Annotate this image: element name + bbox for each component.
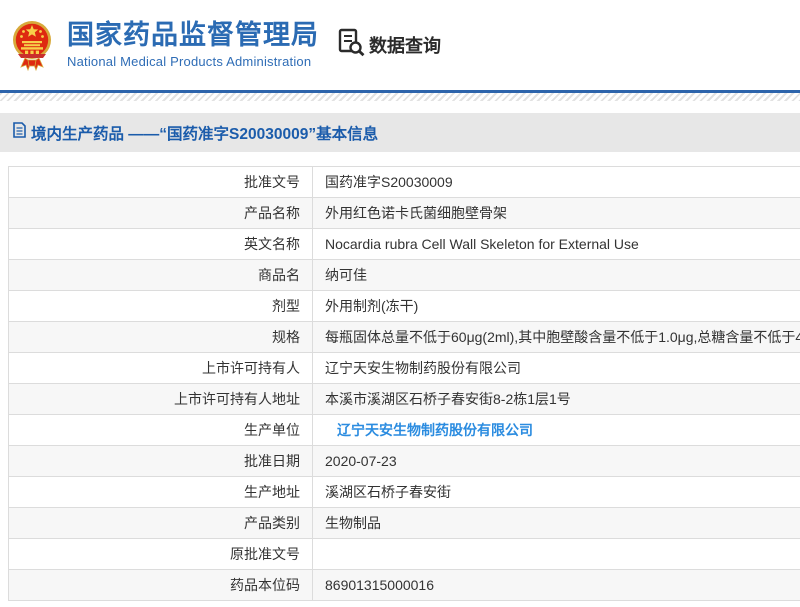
table-row: 批准文号 国药准字S20030009: [9, 167, 800, 198]
row-label: 规格: [9, 322, 313, 353]
row-label: 产品类别: [9, 508, 313, 539]
row-label: 剂型: [9, 291, 313, 322]
hatched-divider: [0, 93, 800, 101]
row-value: 本溪市溪湖区石桥子春安街8-2栋1层1号: [313, 384, 800, 415]
table-row: 英文名称 Nocardia rubra Cell Wall Skeleton f…: [9, 229, 800, 260]
org-name-zh: 国家药品监督管理局: [67, 21, 319, 51]
row-label: 生产单位: [9, 415, 313, 446]
row-value: 外用红色诺卡氏菌细胞壁骨架: [313, 198, 800, 229]
table-row: 产品名称 外用红色诺卡氏菌细胞壁骨架: [9, 198, 800, 229]
table-row: 商品名 纳可佳: [9, 260, 800, 291]
site-logo: 国家药品监督管理局 National Medical Products Admi…: [12, 16, 319, 74]
table-row: 产品类别 生物制品: [9, 508, 800, 539]
row-label: 英文名称: [9, 229, 313, 260]
row-label: 商品名: [9, 260, 313, 291]
row-value: 纳可佳: [313, 260, 800, 291]
row-value: 86901315000016: [313, 570, 800, 601]
row-value: 国药准字S20030009: [313, 167, 800, 198]
org-name-en: National Medical Products Administration: [67, 54, 319, 69]
row-label: 原批准文号: [9, 539, 313, 570]
table-row: 规格 每瓶固体总量不低于60μg(2ml),其中胞壁酸含量不低于1.0μg,总糖…: [9, 322, 800, 353]
row-value: 生物制品: [313, 508, 800, 539]
table-row: 批准日期 2020-07-23: [9, 446, 800, 477]
national-emblem-icon: [12, 16, 52, 74]
row-value: 溪湖区石桥子春安街: [313, 477, 800, 508]
row-label: 批准日期: [9, 446, 313, 477]
table-row: 原批准文号: [9, 539, 800, 570]
row-label: 上市许可持有人地址: [9, 384, 313, 415]
table-row: 药品本位码 86901315000016: [9, 570, 800, 601]
row-value: 2020-07-23: [313, 446, 800, 477]
table-row: 剂型 外用制剂(冻干): [9, 291, 800, 322]
row-label: 药品本位码: [9, 570, 313, 601]
row-label: 上市许可持有人: [9, 353, 313, 384]
document-search-icon: [338, 28, 365, 62]
row-value: 辽宁天安生物制药股份有限公司: [313, 415, 800, 446]
drug-info-table: 批准文号 国药准字S20030009 产品名称 外用红色诺卡氏菌细胞壁骨架 英文…: [8, 166, 800, 601]
table-row: 生产地址 溪湖区石桥子春安街: [9, 477, 800, 508]
row-value: [313, 539, 800, 570]
producer-link[interactable]: 辽宁天安生物制药股份有限公司: [337, 422, 533, 438]
table-row: 生产单位 辽宁天安生物制药股份有限公司: [9, 415, 800, 446]
page-title: 境内生产药品 ——“国药准字S20030009”基本信息: [31, 122, 378, 144]
row-label: 批准文号: [9, 167, 313, 198]
row-label: 生产地址: [9, 477, 313, 508]
site-header: 国家药品监督管理局 National Medical Products Admi…: [0, 0, 800, 93]
row-value: 每瓶固体总量不低于60μg(2ml),其中胞壁酸含量不低于1.0μg,总糖含量不…: [313, 322, 800, 353]
nav-data-query[interactable]: 数据查询: [338, 28, 441, 62]
table-row: 上市许可持有人地址 本溪市溪湖区石桥子春安街8-2栋1层1号: [9, 384, 800, 415]
row-value: 外用制剂(冻干): [313, 291, 800, 322]
row-value: 辽宁天安生物制药股份有限公司: [313, 353, 800, 384]
page-icon: [13, 122, 26, 143]
row-value: Nocardia rubra Cell Wall Skeleton for Ex…: [313, 229, 800, 260]
drug-info-table-wrap: 批准文号 国药准字S20030009 产品名称 外用红色诺卡氏菌细胞壁骨架 英文…: [8, 166, 800, 601]
row-label: 产品名称: [9, 198, 313, 229]
table-row: 上市许可持有人 辽宁天安生物制药股份有限公司: [9, 353, 800, 384]
section-title-bar: 境内生产药品 ——“国药准字S20030009”基本信息: [0, 113, 800, 152]
nav-data-query-label: 数据查询: [369, 32, 441, 58]
